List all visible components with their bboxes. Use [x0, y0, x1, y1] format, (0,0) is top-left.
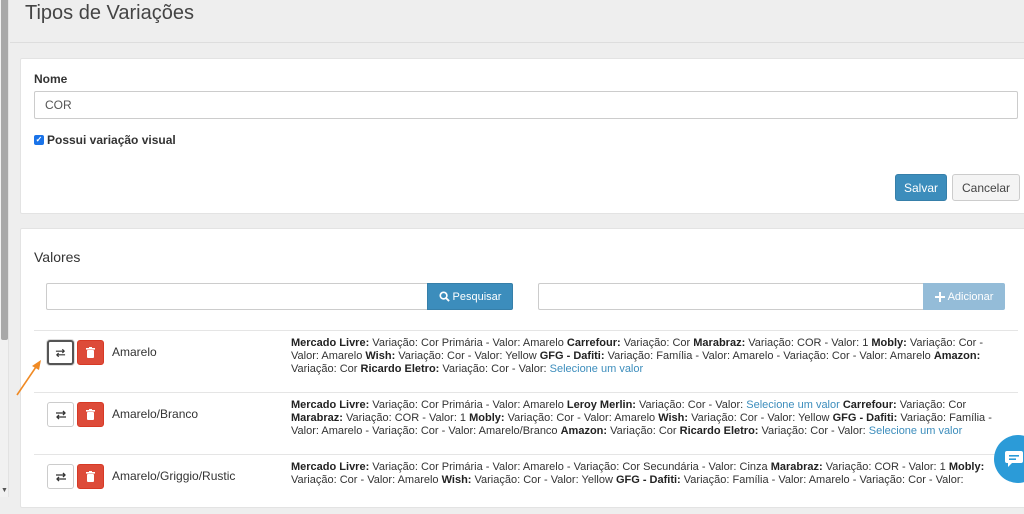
value-name: Amarelo: [112, 345, 157, 359]
swap-button[interactable]: [47, 340, 74, 365]
page-scrollbar[interactable]: ▼: [0, 0, 9, 497]
value-name: Amarelo/Branco: [112, 407, 199, 421]
variation-text: Variação: Cor - Valor: Yellow: [688, 412, 833, 424]
cancel-button[interactable]: Cancelar: [952, 174, 1020, 201]
marketplace-label: Wish:: [365, 350, 396, 362]
marketplace-label: Amazon:: [933, 350, 981, 362]
variation-text: Variação: Cor - Valor: Amarelo: [504, 412, 659, 424]
search-button[interactable]: Pesquisar: [427, 283, 513, 310]
value-description: Mercado Livre: Variação: Cor Primária - …: [291, 337, 1005, 376]
marketplace-label: Mercado Livre:: [291, 337, 370, 349]
plus-icon: [934, 291, 945, 302]
visual-variation-label: Possui variação visual: [47, 133, 176, 147]
marketplace-label: Mobly:: [948, 461, 985, 473]
header-divider: [10, 42, 1024, 43]
variation-text: Variação: COR - Valor: 1: [745, 337, 872, 349]
marketplace-label: Leroy Merlin:: [566, 399, 636, 411]
select-value-link[interactable]: Selecione um valor: [550, 363, 644, 375]
marketplace-label: GFG - Dafiti:: [832, 412, 898, 424]
page-title: Tipos de Variações: [25, 2, 194, 24]
marketplace-label: Wish:: [441, 474, 472, 486]
search-input[interactable]: [46, 283, 428, 310]
marketplace-label: Ricardo Eletro:: [679, 425, 759, 437]
variation-text: Variação: Família - Valor: Amarelo - Var…: [680, 474, 964, 486]
swap-arrows-icon: [55, 348, 66, 357]
variation-text: Variação: Cor - Valor: Yellow: [395, 350, 540, 362]
value-name: Amarelo/Griggio/Rustic: [112, 469, 236, 483]
visual-variation-checkbox-row[interactable]: ✓ Possui variação visual: [34, 133, 176, 147]
variation-text: Variação: Cor - Valor: Amarelo: [291, 474, 442, 486]
marketplace-label: Wish:: [658, 412, 689, 424]
values-list: Amarelo Mercado Livre: Variação: Cor Pri…: [34, 330, 1018, 514]
add-button[interactable]: Adicionar: [923, 283, 1005, 310]
search-button-label: Pesquisar: [452, 290, 502, 303]
marketplace-label: Mobly:: [469, 412, 505, 424]
search-icon: [438, 291, 450, 302]
marketplace-label: Mercado Livre:: [291, 399, 370, 411]
trash-icon: [86, 347, 95, 358]
list-item: Amarelo Mercado Livre: Variação: Cor Pri…: [34, 330, 1018, 392]
list-item: Amarelo/Griggio/Rustic Mercado Livre: Va…: [34, 454, 1018, 514]
marketplace-label: Marabraz:: [770, 461, 823, 473]
value-description: Mercado Livre: Variação: Cor Primária - …: [291, 399, 1005, 438]
select-value-link[interactable]: Selecione um valor: [746, 399, 840, 411]
marketplace-label: Mobly:: [871, 337, 907, 349]
variation-form-card: Nome ✓ Possui variação visual Salvar Can…: [20, 58, 1024, 214]
values-card: Valores Pesquisar Adicionar Amarelo Merc…: [20, 228, 1024, 508]
delete-button[interactable]: [77, 402, 104, 427]
variation-text: Variação: Família - Valor: Amarelo - Var…: [604, 350, 934, 362]
add-value-input[interactable]: [538, 283, 924, 310]
swap-arrows-icon: [55, 410, 66, 419]
scrollbar-thumb[interactable]: [1, 0, 8, 340]
annotation-arrow-icon: [16, 360, 41, 396]
variation-text: Variação: Cor - Valor: Yellow: [471, 474, 616, 486]
delete-button[interactable]: [77, 464, 104, 489]
variation-text: Variação: Cor: [896, 399, 967, 411]
variation-text: Variação: COR - Valor: 1: [342, 412, 470, 424]
save-button[interactable]: Salvar: [895, 174, 947, 201]
swap-button[interactable]: [47, 402, 74, 427]
name-label: Nome: [34, 72, 68, 86]
add-button-label: Adicionar: [947, 290, 994, 303]
marketplace-label: Amazon:: [560, 425, 608, 437]
scroll-down-icon[interactable]: ▼: [1, 487, 8, 495]
name-input[interactable]: [34, 91, 1018, 119]
variation-text: Variação: Cor Primária - Valor: Amarelo …: [369, 461, 771, 473]
marketplace-label: GFG - Dafiti:: [539, 350, 605, 362]
delete-button[interactable]: [77, 340, 104, 365]
variation-text: Variação: Cor Primária - Valor: Amarelo: [369, 337, 567, 349]
value-description: Mercado Livre: Variação: Cor Primária - …: [291, 461, 1005, 487]
variation-text: Variação: Cor - Valor:: [758, 425, 869, 437]
variation-text: Variação: Cor: [291, 363, 361, 375]
marketplace-label: Marabraz:: [693, 337, 746, 349]
marketplace-label: Carrefour:: [566, 337, 621, 349]
variation-text: Variação: Cor Primária - Valor: Amarelo: [369, 399, 567, 411]
swap-arrows-icon: [55, 472, 66, 481]
variation-text: Variação: Cor - Valor:: [439, 363, 550, 375]
variation-text: Variação: Cor: [620, 337, 694, 349]
swap-button[interactable]: [47, 464, 74, 489]
visual-variation-checkbox[interactable]: ✓: [34, 135, 44, 145]
values-title: Valores: [34, 249, 81, 265]
select-value-link[interactable]: Selecione um valor: [869, 425, 963, 437]
chat-icon: [1005, 451, 1023, 467]
marketplace-label: Marabraz:: [291, 412, 343, 424]
marketplace-label: Mercado Livre:: [291, 461, 370, 473]
trash-icon: [86, 409, 95, 420]
trash-icon: [86, 471, 95, 482]
marketplace-label: Ricardo Eletro:: [360, 363, 440, 375]
variation-text: Variação: Cor: [607, 425, 680, 437]
marketplace-label: GFG - Dafiti:: [615, 474, 681, 486]
list-item: Amarelo/Branco Mercado Livre: Variação: …: [34, 392, 1018, 454]
marketplace-label: Carrefour:: [842, 399, 897, 411]
variation-text: Variação: COR - Valor: 1: [822, 461, 949, 473]
variation-text: Variação: Cor - Valor:: [635, 399, 747, 411]
